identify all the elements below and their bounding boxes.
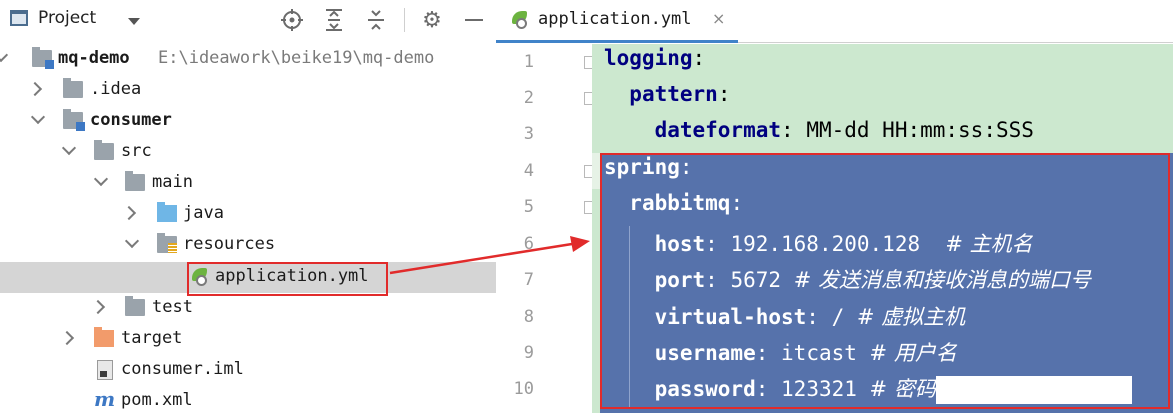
line-number: 1 [523,52,534,72]
folder-icon [125,171,145,191]
tree-node-label: src [121,141,152,161]
expand-all-icon[interactable] [321,8,347,32]
tree-node-label: target [121,328,183,348]
code-line[interactable]: pattern: [604,82,730,118]
editor-tab-bar: application.yml × [496,0,1173,43]
line-number: 9 [523,343,534,363]
tree-node-mq-demo[interactable]: mq-demo E:\ideawork\beike19\mq-demo [0,44,496,75]
maven-icon: m [94,387,116,411]
minimize-icon[interactable] [461,8,487,32]
collapse-all-icon[interactable] [363,8,389,32]
module-folder-icon [32,47,54,69]
line-number: 2 [523,88,534,108]
toolbar-divider [404,8,405,32]
resources-folder-icon [157,233,177,253]
line-number: 4 [523,161,534,181]
yaml-value: MM-dd HH:mm:ss:SSS [806,118,1034,142]
spring-yaml-file-icon [510,10,530,30]
folder-icon [63,78,83,98]
tree-node-src[interactable]: src [0,137,496,168]
line-number: 5 [523,197,534,217]
project-tool-window: Project ⚙ mq-demo E:\ideawork\beike19\mq… [0,0,496,413]
tree-node-label: test [152,297,193,317]
annotation-box-file [187,262,388,296]
yaml-key: dateformat [654,118,782,142]
yaml-key: logging [604,46,693,70]
code-line[interactable]: dateformat: MM-dd HH:mm:ss:SSS [604,118,1034,154]
locate-file-icon[interactable] [279,8,305,32]
line-number: 8 [523,307,534,327]
annotation-box-code [600,153,1170,409]
project-view-title[interactable]: Project [38,8,96,28]
tree-node-main[interactable]: main [0,168,496,199]
line-number: 10 [513,379,534,399]
tree-node-test[interactable]: test [0,293,496,324]
tree-node-label: resources [183,234,276,254]
tree-node-label: consumer.iml [121,359,244,379]
chevron-down-icon[interactable] [30,109,46,125]
line-number: 7 [523,270,534,290]
tab-application-yml[interactable]: application.yml × [496,0,738,43]
line-number: 6 [523,234,534,254]
tree-node-label: mq-demo [58,48,130,68]
project-window-icon [10,10,28,26]
tree-node-idea[interactable]: .idea [0,75,496,106]
tree-node-label: pom.xml [121,390,193,410]
chevron-down-icon[interactable] [61,140,77,156]
excluded-folder-icon [94,327,114,347]
tab-label: application.yml [538,9,692,29]
tree-node-label: consumer [90,110,172,130]
chevron-right-icon[interactable] [121,205,137,221]
chevron-right-icon[interactable] [27,81,43,97]
chevron-right-icon[interactable] [90,299,106,315]
chevron-down-icon[interactable] [93,171,109,187]
chevron-down-icon[interactable] [0,47,9,63]
tree-node-label: java [183,203,224,223]
module-path: E:\ideawork\beike19\mq-demo [158,48,435,68]
code-line[interactable]: logging: [604,46,705,82]
tree-node-resources[interactable]: resources [0,230,496,261]
chevron-down-icon[interactable] [124,233,140,249]
tree-node-pom-xml[interactable]: m pom.xml [0,386,496,413]
iml-file-icon [97,360,113,380]
chevron-down-icon[interactable] [128,18,140,25]
tree-node-label: main [152,172,193,192]
gear-icon[interactable]: ⚙ [419,8,445,33]
source-folder-icon [157,202,177,222]
folder-icon [125,296,145,316]
yaml-key: pattern [629,82,718,106]
chevron-right-icon[interactable] [59,330,75,346]
folder-icon [94,140,114,160]
module-folder-icon [63,109,85,131]
tree-node-consumer-iml[interactable]: consumer.iml [0,355,496,386]
tree-node-java[interactable]: java [0,199,496,230]
tree-node-target[interactable]: target [0,324,496,355]
tree-node-label: .idea [90,79,142,99]
close-icon[interactable]: × [712,9,725,28]
line-number: 3 [523,124,534,144]
tree-node-consumer[interactable]: consumer [0,106,496,137]
editor-gutter: 1 2 3 4 5 6 7 8 9 10 [496,44,596,413]
project-header: Project ⚙ [0,0,496,40]
